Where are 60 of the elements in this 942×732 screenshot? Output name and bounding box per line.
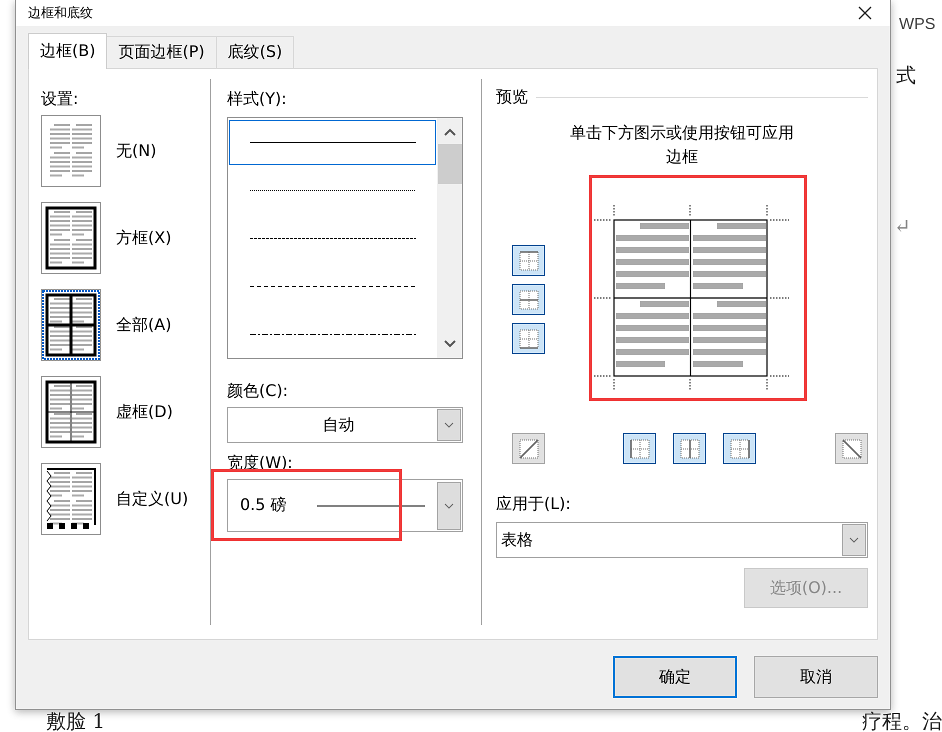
border-toggle-button[interactable]: [673, 433, 706, 464]
document-text: 敷脸 1: [46, 708, 106, 732]
border-grid-icon: [840, 438, 862, 460]
scrollbar[interactable]: [437, 118, 462, 358]
border-setting-icon[interactable]: [41, 289, 101, 361]
close-icon[interactable]: [858, 6, 872, 20]
paragraph-mark: ↵: [894, 214, 911, 238]
caret-icon: [842, 524, 866, 556]
border-grid-icon: [518, 288, 540, 310]
tab[interactable]: 底纹(S): [216, 36, 294, 68]
line-sample-icon: [250, 189, 416, 192]
apply-to-dropdown[interactable]: 表格: [496, 522, 868, 558]
line-sample-icon: [317, 504, 425, 506]
border-toggle-button[interactable]: [512, 323, 545, 354]
scroll-down-icon[interactable]: [444, 340, 456, 348]
line-style-list[interactable]: [227, 117, 463, 359]
setting-label[interactable]: 自定义(U): [116, 488, 188, 510]
border-setting-icon[interactable]: [41, 463, 101, 535]
border-grid-icon: [728, 438, 750, 460]
border-toggle-button[interactable]: [512, 433, 545, 464]
color-dropdown[interactable]: 自动: [227, 407, 463, 443]
line-sample-icon: [250, 333, 416, 336]
preview-label: 预览: [496, 87, 528, 107]
apply-to-label: 应用于(L):: [496, 494, 572, 514]
style-label: 样式(Y):: [227, 89, 288, 109]
scroll-up-icon[interactable]: [444, 128, 456, 136]
ok-button[interactable]: 确定: [613, 656, 737, 698]
border-grid-icon: [518, 438, 540, 460]
preview-hint: 单击下方图示或使用按钮可应用边框: [569, 122, 795, 168]
document-text: WPS: [899, 16, 936, 34]
setting-label[interactable]: 方框(X): [116, 228, 172, 248]
document-text: 式: [896, 62, 916, 89]
settings-label: 设置:: [41, 89, 80, 109]
border-setting-icon[interactable]: [41, 202, 101, 274]
width-dropdown[interactable]: 0.5 磅: [227, 479, 463, 532]
caret-icon: [437, 482, 461, 530]
line-sample-icon: [250, 285, 416, 288]
line-sample-icon: [250, 141, 416, 144]
border-toggle-button[interactable]: [835, 433, 868, 464]
border-grid-icon: [518, 250, 540, 272]
window-title: 边框和底纹: [28, 5, 93, 22]
setting-label[interactable]: 全部(A): [116, 314, 172, 336]
border-grid-icon: [628, 438, 650, 460]
border-toggle-button[interactable]: [723, 433, 756, 464]
setting-label[interactable]: 虚框(D): [116, 402, 173, 422]
border-setting-icon[interactable]: [41, 376, 101, 448]
caret-icon: [437, 409, 461, 441]
border-toggle-button[interactable]: [623, 433, 656, 464]
setting-label[interactable]: 无(N): [116, 140, 156, 162]
line-style-option[interactable]: [229, 120, 436, 165]
border-toggle-button[interactable]: [512, 284, 545, 315]
scroll-thumb[interactable]: [438, 144, 462, 184]
document-text: 疗程。治: [862, 708, 942, 732]
border-grid-icon: [678, 438, 700, 460]
border-grid-icon: [518, 328, 540, 350]
color-label: 颜色(C):: [227, 381, 290, 401]
tab[interactable]: 边框(B): [28, 33, 108, 69]
cancel-button[interactable]: 取消: [754, 656, 878, 698]
border-toggle-button[interactable]: [512, 245, 545, 276]
line-sample-icon: [250, 237, 416, 240]
